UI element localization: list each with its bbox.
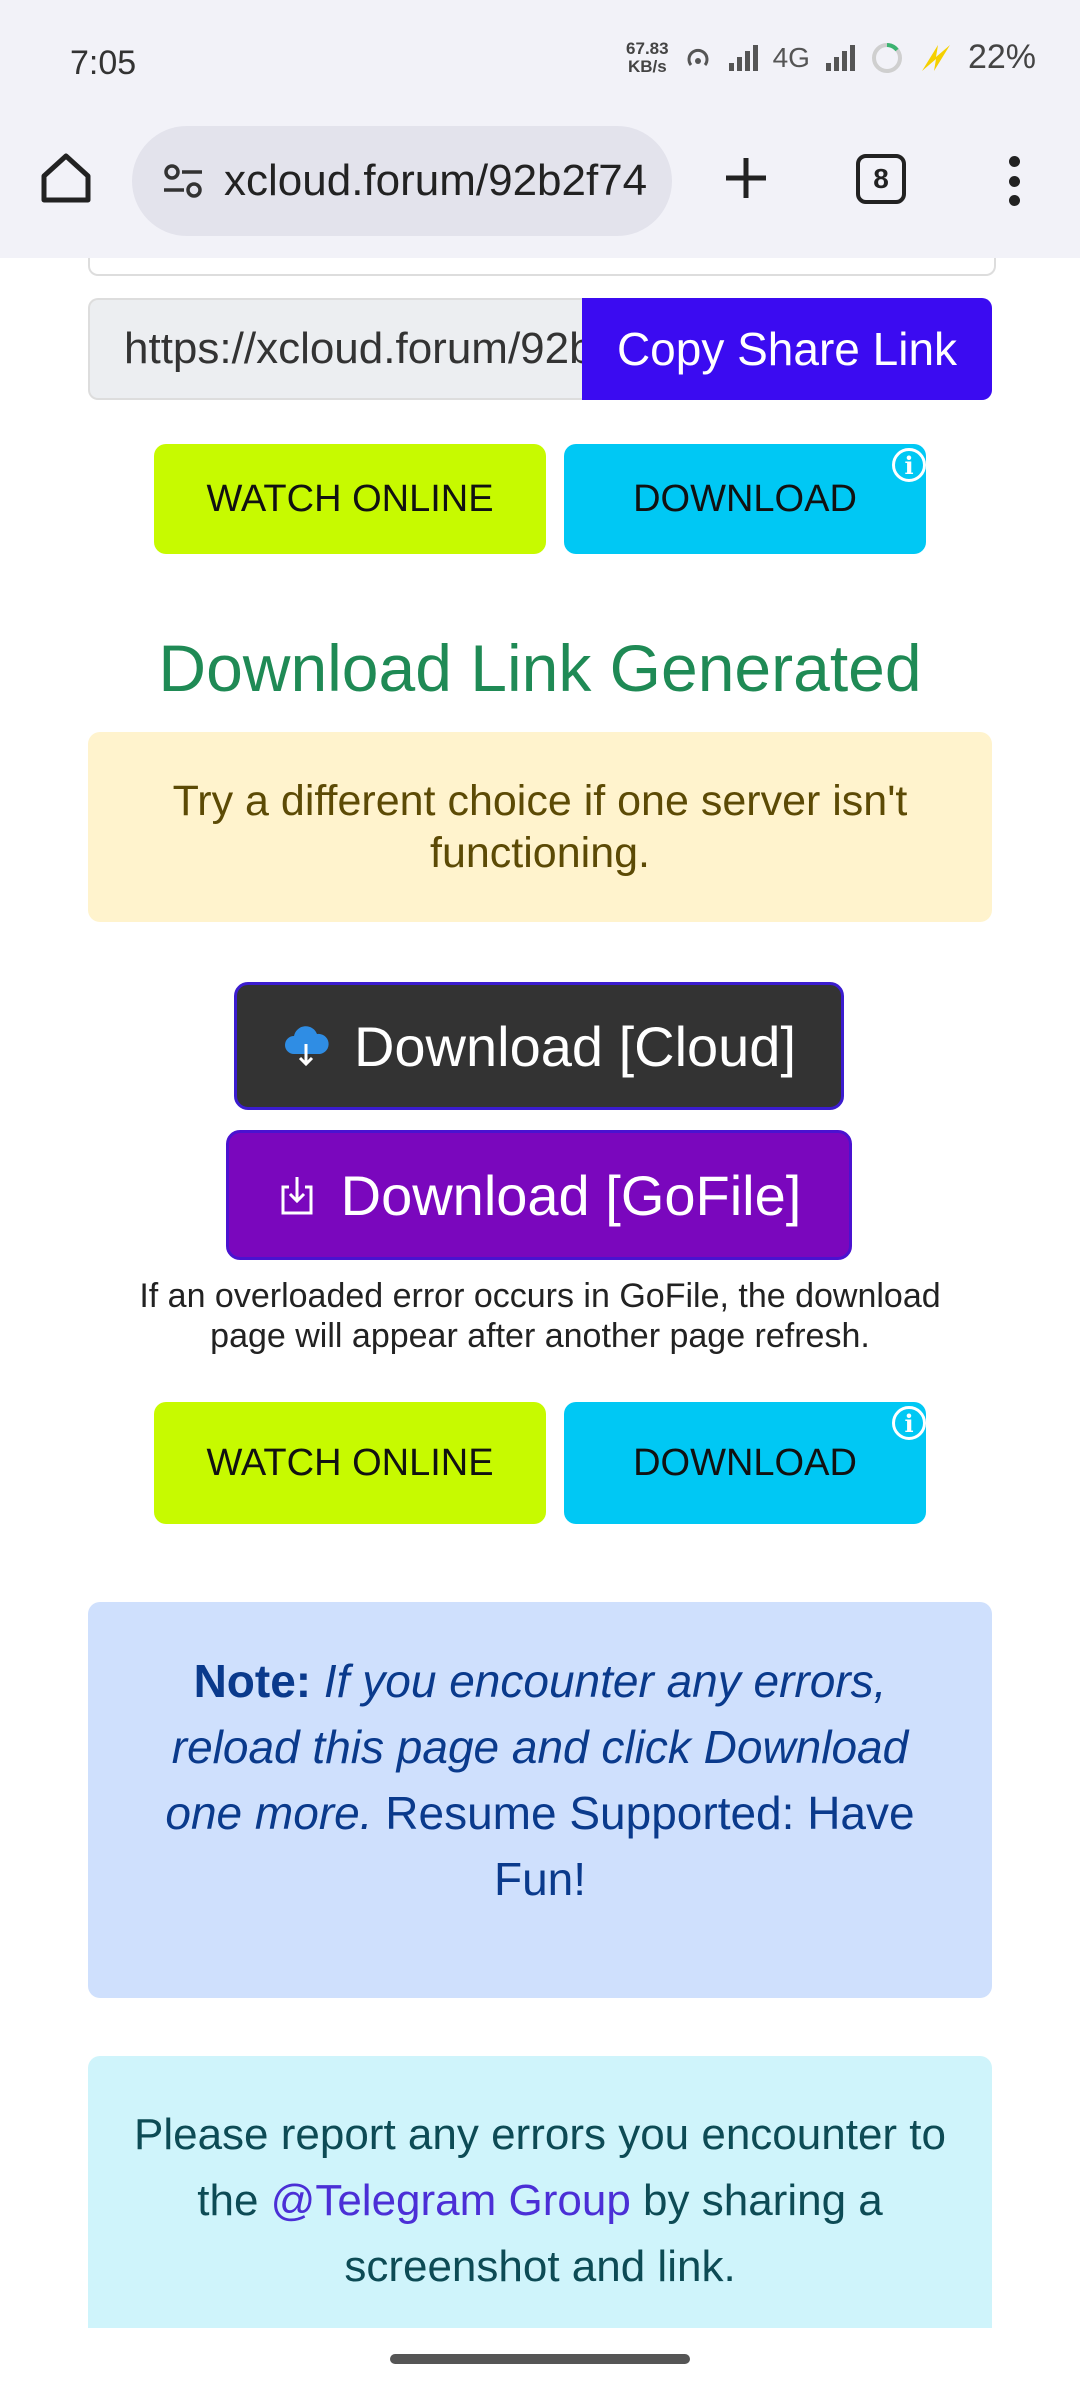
new-tab-icon[interactable] xyxy=(718,150,774,206)
download-button-2-label: DOWNLOAD xyxy=(633,1441,857,1484)
site-settings-icon[interactable] xyxy=(160,158,206,204)
address-bar[interactable]: xcloud.forum/92b2f74 xyxy=(132,126,672,236)
status-time: 7:05 xyxy=(70,44,137,82)
bottom-action-buttons: WATCH ONLINE DOWNLOAD i xyxy=(154,1402,926,1524)
watch-online-button-2[interactable]: WATCH ONLINE xyxy=(154,1402,546,1524)
hotspot-icon xyxy=(687,48,709,66)
download-button[interactable]: DOWNLOAD i xyxy=(564,444,926,554)
battery-percent: 22% xyxy=(967,38,1036,76)
server-warning-text: Try a different choice if one server isn… xyxy=(172,777,908,877)
download-generated-title: Download Link Generated xyxy=(158,631,922,705)
download-gofile-label: Download [GoFile] xyxy=(340,1163,802,1227)
cloud-download-icon xyxy=(284,1026,329,1067)
home-icon[interactable] xyxy=(38,150,94,206)
download-cloud-label: Download [Cloud] xyxy=(353,1014,797,1078)
status-bar-right: 67.83 KB/s 4G 22% xyxy=(626,38,1036,77)
url-text[interactable]: xcloud.forum/92b2f74 xyxy=(224,156,664,206)
previous-card-edge xyxy=(88,258,996,276)
share-link-row: Copy Share Link xyxy=(88,298,992,400)
download-button-label: DOWNLOAD xyxy=(633,477,857,520)
charging-icon xyxy=(921,44,950,71)
network-type: 4G xyxy=(772,41,810,73)
report-errors-alert: Please report any errors you encounter t… xyxy=(88,2056,992,2328)
gofile-overload-note: If an overloaded error occurs in GoFile,… xyxy=(139,1277,941,1355)
battery-ring-icon xyxy=(871,42,902,73)
server-warning-alert: Try a different choice if one server isn… xyxy=(88,732,992,922)
tab-switcher-button[interactable]: 8 xyxy=(856,154,906,204)
info-icon[interactable]: i xyxy=(892,448,926,482)
note-plain-text: Resume Supported: Have Fun! xyxy=(385,1787,915,1905)
browser-chrome: 7:05 67.83 KB/s 4G 22% xcloud.forum/92b2… xyxy=(0,0,1080,258)
info-icon-2[interactable]: i xyxy=(892,1406,926,1440)
copy-share-link-button[interactable]: Copy Share Link xyxy=(582,298,992,400)
gesture-home-indicator[interactable] xyxy=(390,2354,690,2364)
network-speed-unit: KB/s xyxy=(627,56,667,76)
top-action-buttons: WATCH ONLINE DOWNLOAD i xyxy=(154,444,926,554)
download-gofile-button[interactable]: Download [GoFile] xyxy=(226,1130,852,1260)
watch-online-button[interactable]: WATCH ONLINE xyxy=(154,444,546,554)
note-label: Note: xyxy=(193,1655,312,1707)
note-alert: Note: If you encounter any errors, reloa… xyxy=(88,1602,992,1998)
signal-icon-2 xyxy=(825,44,855,71)
download-button-2[interactable]: DOWNLOAD i xyxy=(564,1402,926,1524)
network-speed: 67.83 KB/s xyxy=(626,38,669,76)
signal-icon xyxy=(728,44,758,71)
network-speed-value: 67.83 xyxy=(626,38,669,58)
download-box-icon xyxy=(281,1177,313,1215)
download-cloud-button[interactable]: Download [Cloud] xyxy=(234,982,844,1110)
telegram-group-link[interactable]: @Telegram Group xyxy=(271,2176,631,2225)
page-content: Copy Share Link WATCH ONLINE DOWNLOAD i … xyxy=(0,258,1080,2328)
more-menu-icon[interactable] xyxy=(1000,156,1028,206)
share-link-input[interactable] xyxy=(88,298,582,400)
